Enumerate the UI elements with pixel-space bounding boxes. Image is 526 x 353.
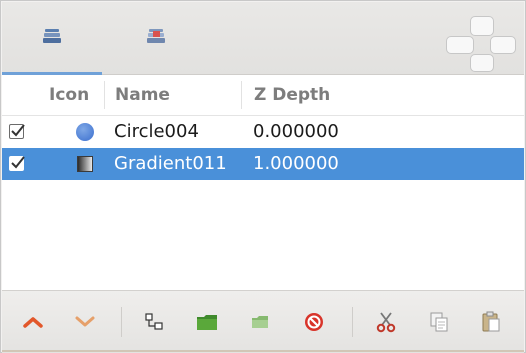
layer-name[interactable]: Circle004 — [114, 116, 199, 148]
circle-layer-icon — [76, 123, 94, 141]
layout-block-top — [470, 16, 494, 36]
column-name[interactable]: Name — [115, 75, 170, 115]
panel-bottom-border — [2, 350, 524, 352]
gradient-layer-icon — [77, 156, 93, 172]
toolbar-separator — [121, 307, 122, 337]
library-tab[interactable] — [106, 2, 206, 74]
layer-name[interactable]: Gradient011 — [114, 148, 227, 180]
library-panel-icon — [146, 28, 166, 48]
lower-layer-icon[interactable] — [72, 309, 98, 335]
column-zdepth[interactable]: Z Depth — [254, 75, 330, 115]
layout-block-right — [490, 36, 516, 54]
params-panel-icon — [42, 28, 62, 48]
list-header: Icon Name Z Depth — [2, 75, 524, 116]
raise-layer-icon[interactable] — [20, 309, 46, 335]
copy-icon[interactable] — [426, 309, 452, 335]
toolbar-separator — [352, 307, 353, 337]
encapsulate-icon[interactable] — [141, 309, 167, 335]
layer-row[interactable]: Circle004 0.000000 — [2, 116, 524, 148]
delete-layer-icon[interactable] — [301, 309, 327, 335]
params-tab[interactable] — [2, 2, 102, 75]
layer-zdepth: 1.000000 — [253, 153, 339, 174]
layers-panel: Icon Name Z Depth Circle004 0.000000 Gra… — [0, 0, 526, 353]
column-separator — [241, 81, 242, 109]
cut-icon[interactable] — [373, 309, 399, 335]
ungroup-folder-icon[interactable] — [247, 309, 273, 335]
layout-block-left — [446, 36, 474, 54]
layer-visibility-checkbox[interactable] — [9, 124, 25, 139]
column-separator — [104, 81, 105, 109]
layer-row-selected[interactable]: Gradient011 1.000000 — [2, 148, 524, 180]
layers-list: Icon Name Z Depth Circle004 0.000000 Gra… — [2, 75, 524, 290]
column-icon[interactable]: Icon — [49, 75, 89, 115]
layer-zdepth: 0.000000 — [253, 121, 339, 142]
panel-layout-toggle[interactable] — [446, 16, 516, 72]
layers-toolbar — [2, 290, 524, 353]
layer-visibility-checkbox[interactable] — [9, 156, 25, 171]
group-folder-icon[interactable] — [194, 309, 220, 335]
panel-tab-bar — [2, 2, 524, 75]
paste-icon[interactable] — [478, 309, 504, 335]
layout-block-bottom — [470, 54, 494, 72]
